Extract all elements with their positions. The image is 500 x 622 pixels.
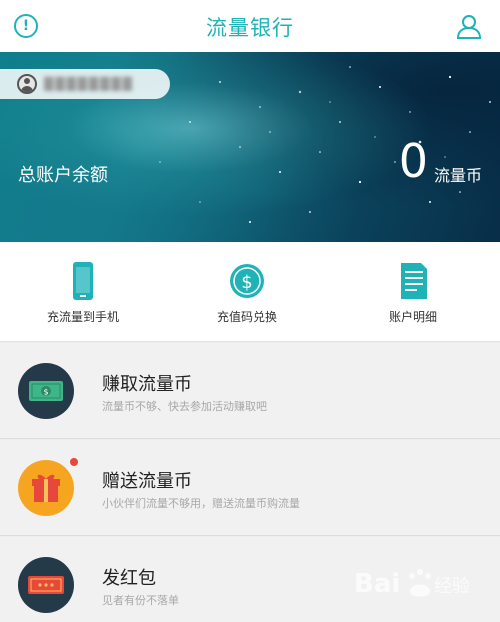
- action-label: 充值码兑换: [216, 310, 277, 324]
- redeem-code-button[interactable]: $ 充值码兑换: [167, 242, 327, 342]
- list-title: 赠送流量币: [102, 471, 192, 492]
- gift-icon: [18, 460, 74, 516]
- list-subtitle: 小伙伴们流量不够用，赠送流量币购流量: [102, 497, 300, 510]
- dollar-coin-icon: $: [230, 264, 264, 298]
- list-subtitle: 流量币不够、快去参加活动赚取吧: [102, 400, 267, 413]
- svg-text:$: $: [241, 272, 252, 293]
- page-title: 流量银行: [206, 16, 294, 40]
- document-icon: [401, 263, 427, 299]
- avatar: [17, 74, 37, 94]
- svg-text:Bai: Bai: [354, 569, 400, 599]
- balance-value: 0: [398, 134, 428, 188]
- list-item-earn[interactable]: $ 赚取流量币 流量币不够、快去参加活动赚取吧: [0, 343, 500, 439]
- list-item-gift[interactable]: 赠送流量币 小伙伴们流量不够用，赠送流量币购流量: [0, 440, 500, 536]
- action-label: 账户明细: [388, 310, 437, 324]
- notification-badge: [70, 458, 78, 466]
- list-title: 赚取流量币: [102, 374, 192, 395]
- money-bill-icon: $: [18, 363, 74, 419]
- account-details-button[interactable]: 账户明细: [333, 242, 493, 342]
- action-label: 充流量到手机: [46, 310, 119, 324]
- balance-label: 总账户余额: [18, 165, 108, 186]
- recharge-phone-button[interactable]: 充流量到手机: [3, 242, 163, 342]
- balance-unit: 流量币: [433, 166, 482, 185]
- user-icon[interactable]: [456, 13, 482, 39]
- red-envelope-icon: [18, 557, 74, 613]
- balance-banner: ████████ 总账户余额 0 流量币: [0, 52, 500, 242]
- baidu-watermark-logo: Bai 经验: [354, 569, 470, 599]
- svg-text:$: $: [43, 388, 48, 397]
- quick-actions: 充流量到手机 $ 充值码兑换 账户明细: [0, 242, 500, 342]
- phone-icon: [73, 262, 93, 300]
- account-pill[interactable]: ████████: [0, 69, 170, 99]
- account-name: ████████: [44, 77, 134, 91]
- app-header: ! 流量银行: [0, 0, 500, 52]
- list-title: 发红包: [102, 568, 156, 589]
- list-subtitle: 见者有份不落单: [102, 594, 179, 607]
- svg-text:经验: 经验: [434, 576, 470, 597]
